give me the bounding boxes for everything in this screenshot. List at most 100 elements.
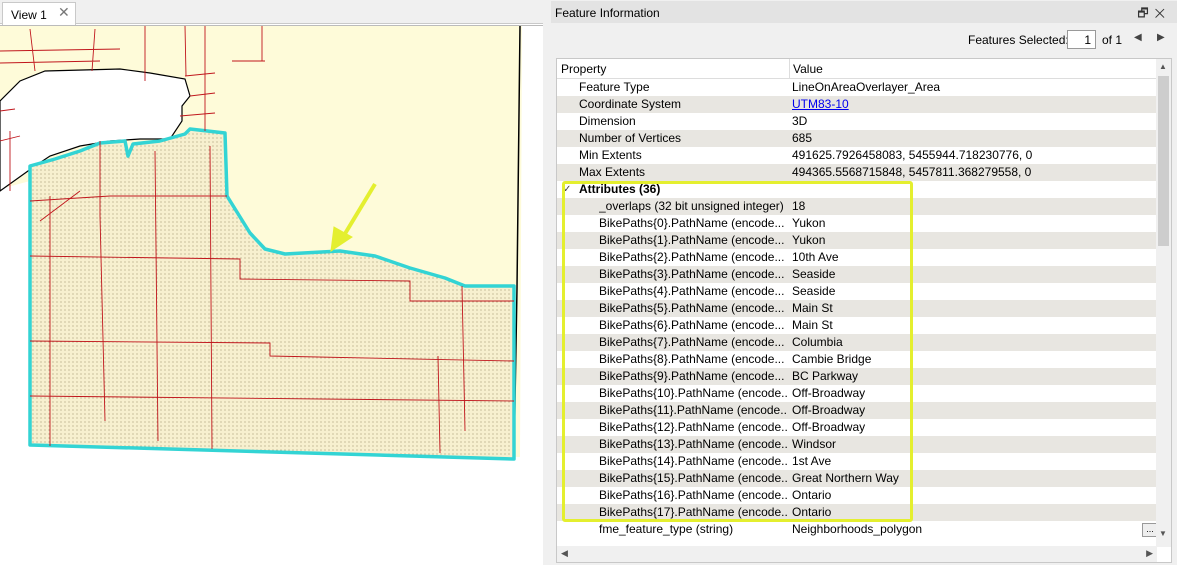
attribute-name: BikePaths{13}.PathName (encode... [599,437,787,451]
table-row[interactable]: BikePaths{7}.PathName (encode... Columbia [557,334,1157,351]
vertical-scrollbar[interactable]: ▲ ▼ [1156,59,1171,547]
horizontal-scrollbar[interactable]: ◀ ▶ [557,546,1157,562]
attribute-value: Main St [792,318,833,332]
table-row[interactable]: BikePaths{2}.PathName (encode... 10th Ave [557,249,1157,266]
table-row[interactable]: Max Extents 494365.5568715848, 5457811.36… [557,164,1157,181]
attribute-name: BikePaths{6}.PathName (encode... [599,318,785,332]
panel-title: Feature Information [555,6,660,20]
scroll-right-icon[interactable]: ▶ [1146,548,1153,559]
table-row[interactable]: BikePaths{17}.PathName (encode... Ontario [557,504,1157,521]
attribute-value: Off-Broadway [792,403,866,417]
features-total-label: of 1 [1102,33,1123,47]
attribute-name: fme_feature_type (string) [599,522,734,536]
attribute-value: 10th Ave [792,250,839,264]
chevron-down-icon[interactable]: ✓ [563,181,571,198]
table-row[interactable]: BikePaths{11}.PathName (encode... Off-Bro… [557,402,1157,419]
attributes-group-label: Attributes (36) [579,182,661,196]
property-name: Number of Vertices [579,131,682,145]
attribute-name: BikePaths{3}.PathName (encode... [599,267,785,281]
table-row[interactable]: BikePaths{12}.PathName (encode... Off-Bro… [557,419,1157,436]
attribute-name: BikePaths{0}.PathName (encode... [599,216,785,230]
map-canvas[interactable] [0,25,543,565]
table-row[interactable]: BikePaths{4}.PathName (encode... Seaside [557,283,1157,300]
property-name: Feature Type [579,80,650,94]
table-row[interactable]: BikePaths{8}.PathName (encode... Cambie B… [557,351,1157,368]
close-icon[interactable]: ✕ [58,5,70,19]
property-name: Coordinate System [579,97,682,111]
table-row[interactable]: BikePaths{15}.PathName (encode... Great N… [557,470,1157,487]
table-row[interactable]: BikePaths{5}.PathName (encode... Main St [557,300,1157,317]
property-name: Dimension [579,114,636,128]
attribute-value: Windsor [792,437,837,451]
attribute-name: BikePaths{11}.PathName (encode... [599,403,787,417]
scroll-up-icon[interactable]: ▲ [1159,62,1167,71]
column-header-value[interactable]: Value [793,62,823,76]
table-row[interactable]: BikePaths{16}.PathName (encode... Ontario [557,487,1157,504]
table-row[interactable]: Dimension 3D [557,113,1157,130]
attribute-value: Seaside [792,284,836,298]
attribute-name: BikePaths{14}.PathName (encode... [599,454,787,468]
attribute-value: Ontario [792,488,832,502]
view-panel: View 1 ✕ [0,0,543,565]
feature-information-panel: Feature Information 🗗✕ Features Selected… [551,0,1177,565]
table-row[interactable]: BikePaths{3}.PathName (encode... Seaside [557,266,1157,283]
attribute-name: BikePaths{17}.PathName (encode... [599,505,787,519]
table-row[interactable]: Min Extents 491625.7926458083, 5455944.71… [557,147,1157,164]
attribute-name: BikePaths{8}.PathName (encode... [599,352,785,366]
attribute-value: 18 [792,199,806,213]
column-header-property[interactable]: Property [561,62,606,76]
attribute-value: Yukon [792,216,826,230]
attribute-name: BikePaths{12}.PathName (encode... [599,420,787,434]
attribute-value: Main St [792,301,833,315]
attribute-name: _overlaps (32 bit unsigned integer) [599,199,784,213]
coordinate-system-link[interactable]: UTM83-10 [792,96,849,113]
table-row[interactable]: BikePaths{6}.PathName (encode... Main St [557,317,1157,334]
attribute-value: Seaside [792,267,836,281]
feature-property-grid[interactable]: Property Value Feature Type LineOnAreaOve… [556,58,1172,563]
attributes-group-row[interactable]: ✓ Attributes (36) [557,181,1157,198]
attribute-value: Neighborhoods_polygon [792,522,923,536]
grid-rows: Feature Type LineOnAreaOverlayer_Area Coo… [557,79,1157,538]
scroll-left-icon[interactable]: ◀ [561,548,568,559]
previous-feature-icon[interactable]: ◀ [1134,32,1142,43]
attribute-value: Yukon [792,233,826,247]
table-row[interactable]: BikePaths{9}.PathName (encode... BC Parkw… [557,368,1157,385]
feature-index-input[interactable]: 1 [1067,30,1096,49]
table-row[interactable]: Coordinate System UTM83-10 [557,96,1157,113]
tab-view-1[interactable]: View 1 ✕ [2,2,76,25]
table-row[interactable]: BikePaths{13}.PathName (encode... Windsor [557,436,1157,453]
table-row[interactable]: _overlaps (32 bit unsigned integer) 18 [557,198,1157,215]
grid-header: Property Value [557,59,1157,79]
table-row[interactable]: BikePaths{0}.PathName (encode... Yukon [557,215,1157,232]
property-value: 494365.5568715848, 5457811.368279558, 0 [792,165,1032,179]
property-value: 685 [792,131,813,145]
table-row[interactable]: Number of Vertices 685 [557,130,1157,147]
table-row[interactable]: Feature Type LineOnAreaOverlayer_Area [557,79,1157,96]
table-row[interactable]: BikePaths{1}.PathName (encode... Yukon [557,232,1157,249]
features-selected-label: Features Selected: [968,33,1069,47]
scrollbar-thumb[interactable] [1158,76,1169,246]
table-row[interactable]: fme_feature_type (string) Neighborhoods_p… [557,521,1157,538]
attribute-name: BikePaths{4}.PathName (encode... [599,284,785,298]
attribute-value: Great Northern Way [792,471,899,485]
attribute-name: BikePaths{16}.PathName (encode... [599,488,787,502]
table-row[interactable]: BikePaths{14}.PathName (encode... 1st Ave [557,453,1157,470]
panel-title-bar: Feature Information 🗗✕ [551,1,1177,23]
selection-toolbar: Features Selected: 1 of 1 ◀ ▶ [551,28,1177,54]
view-tab-strip: View 1 ✕ [0,0,543,25]
restore-close-icon[interactable]: 🗗✕ [1137,4,1171,25]
property-value: LineOnAreaOverlayer_Area [792,80,941,94]
property-name: Max Extents [579,165,646,179]
column-divider[interactable] [789,59,790,79]
attribute-name: BikePaths{1}.PathName (encode... [599,233,785,247]
attribute-name: BikePaths{5}.PathName (encode... [599,301,785,315]
scroll-down-icon[interactable]: ▼ [1159,529,1167,538]
next-feature-icon[interactable]: ▶ [1157,32,1165,43]
tab-view-1-label: View 1 [11,8,47,22]
map-svg [0,26,522,461]
attribute-name: BikePaths{2}.PathName (encode... [599,250,785,264]
attribute-value: Off-Broadway [792,420,866,434]
attribute-value: Ontario [792,505,832,519]
attribute-name: BikePaths{7}.PathName (encode... [599,335,785,349]
table-row[interactable]: BikePaths{10}.PathName (encode... Off-Bro… [557,385,1157,402]
